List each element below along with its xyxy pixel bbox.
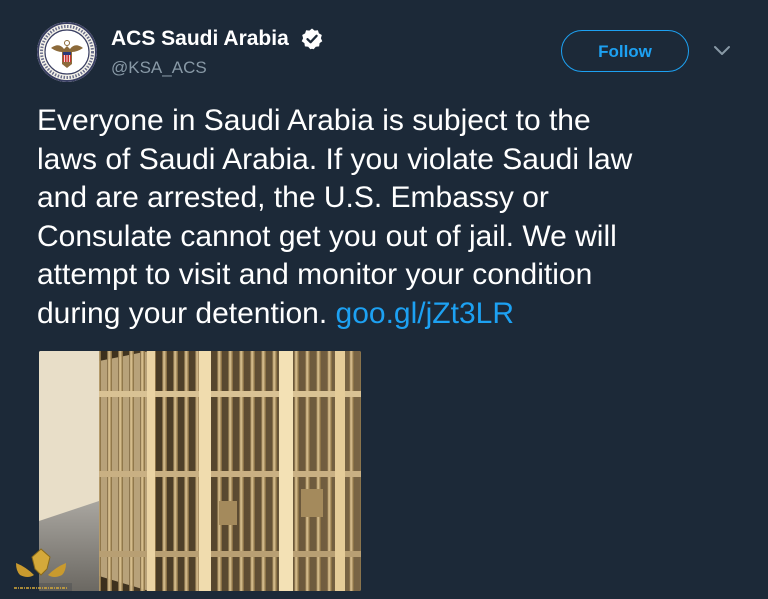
tweet-text-line: during your detention. [37,296,328,330]
tweet-text-last-line: during your detention. goo.gl/jZt3LR [37,295,737,334]
author-name[interactable]: ACS Saudi Arabia [111,27,289,51]
tweet-text: Everyone in Saudi Arabia is subject to t… [37,102,737,333]
us-embassy-seal-icon [37,22,97,82]
tweet-text-line: laws of Saudi Arabia. If you violate Sau… [37,142,633,176]
follow-button[interactable]: Follow [561,30,689,72]
tweet-media-image[interactable] [39,351,361,591]
author-handle[interactable]: @KSA_ACS [111,58,207,78]
tweet-text-line: and are arrested, the U.S. Embassy or [37,181,549,214]
verified-badge-icon [301,28,323,50]
tweet-text-line: Everyone in Saudi Arabia is subject to t… [37,104,591,137]
tweet-text-line: Consulate cannot get you out of jail. We… [37,219,617,253]
jail-cells-photo [39,351,361,591]
chevron-down-icon[interactable] [712,43,732,59]
avatar[interactable] [37,22,97,82]
watermark-logo [10,548,72,593]
tweet-card: ACS Saudi Arabia @KSA_ACS Follow Everyon… [0,0,768,599]
tweet-link[interactable]: goo.gl/jZt3LR [336,297,514,330]
tweet-text-line: attempt to visit and monitor your condit… [37,258,593,291]
